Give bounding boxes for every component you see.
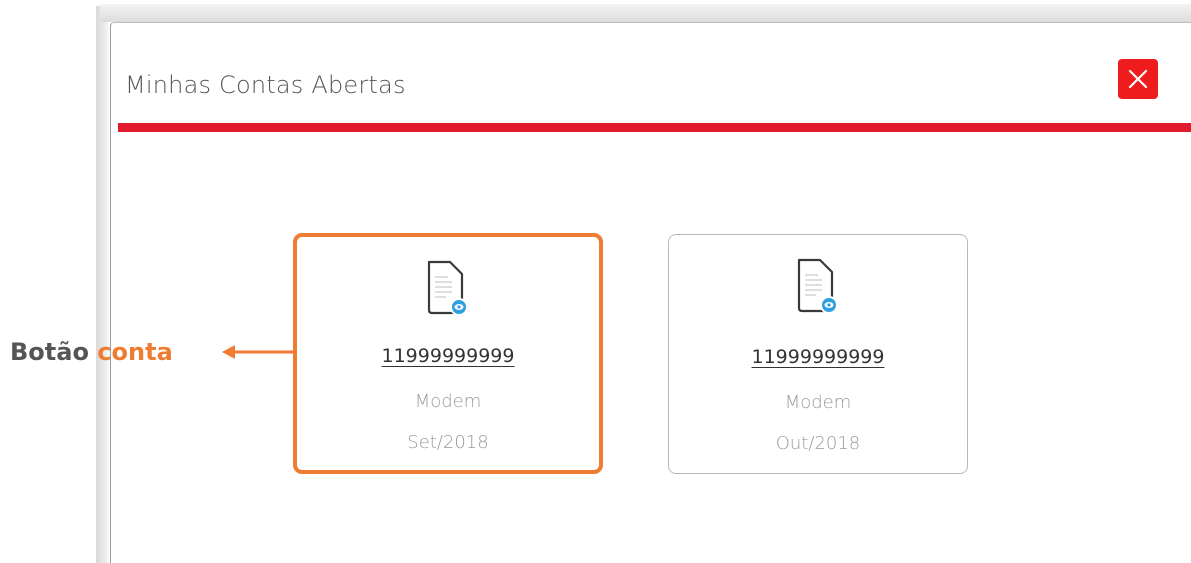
document-view-icon bbox=[427, 260, 468, 316]
dialog-title: Minhas Contas Abertas bbox=[125, 71, 406, 99]
account-type: Modem bbox=[784, 392, 852, 413]
account-card[interactable]: 11999999999 Modem Set/2018 bbox=[293, 233, 603, 474]
account-number[interactable]: 11999999999 bbox=[669, 346, 967, 368]
annotation-accent: conta bbox=[97, 338, 173, 366]
account-type: Modem bbox=[414, 391, 482, 412]
account-number[interactable]: 11999999999 bbox=[297, 345, 599, 367]
title-divider bbox=[118, 123, 1191, 132]
close-icon bbox=[1128, 69, 1148, 89]
account-card[interactable]: 11999999999 Modem Out/2018 bbox=[668, 234, 968, 474]
annotation-callout: Botão conta bbox=[10, 338, 173, 366]
document-view-icon bbox=[797, 258, 838, 314]
arrow-left-icon bbox=[222, 345, 294, 359]
screenshot-stage: Minhas Contas Abertas 11999999999 Modem … bbox=[0, 0, 1191, 563]
annotation-label: Botão bbox=[10, 338, 89, 366]
account-date: Set/2018 bbox=[407, 432, 489, 453]
close-button[interactable] bbox=[1118, 59, 1158, 99]
account-date: Out/2018 bbox=[775, 433, 861, 454]
open-accounts-dialog: Minhas Contas Abertas 11999999999 Modem … bbox=[110, 22, 1191, 563]
dialog-shadow-top bbox=[100, 4, 1191, 22]
